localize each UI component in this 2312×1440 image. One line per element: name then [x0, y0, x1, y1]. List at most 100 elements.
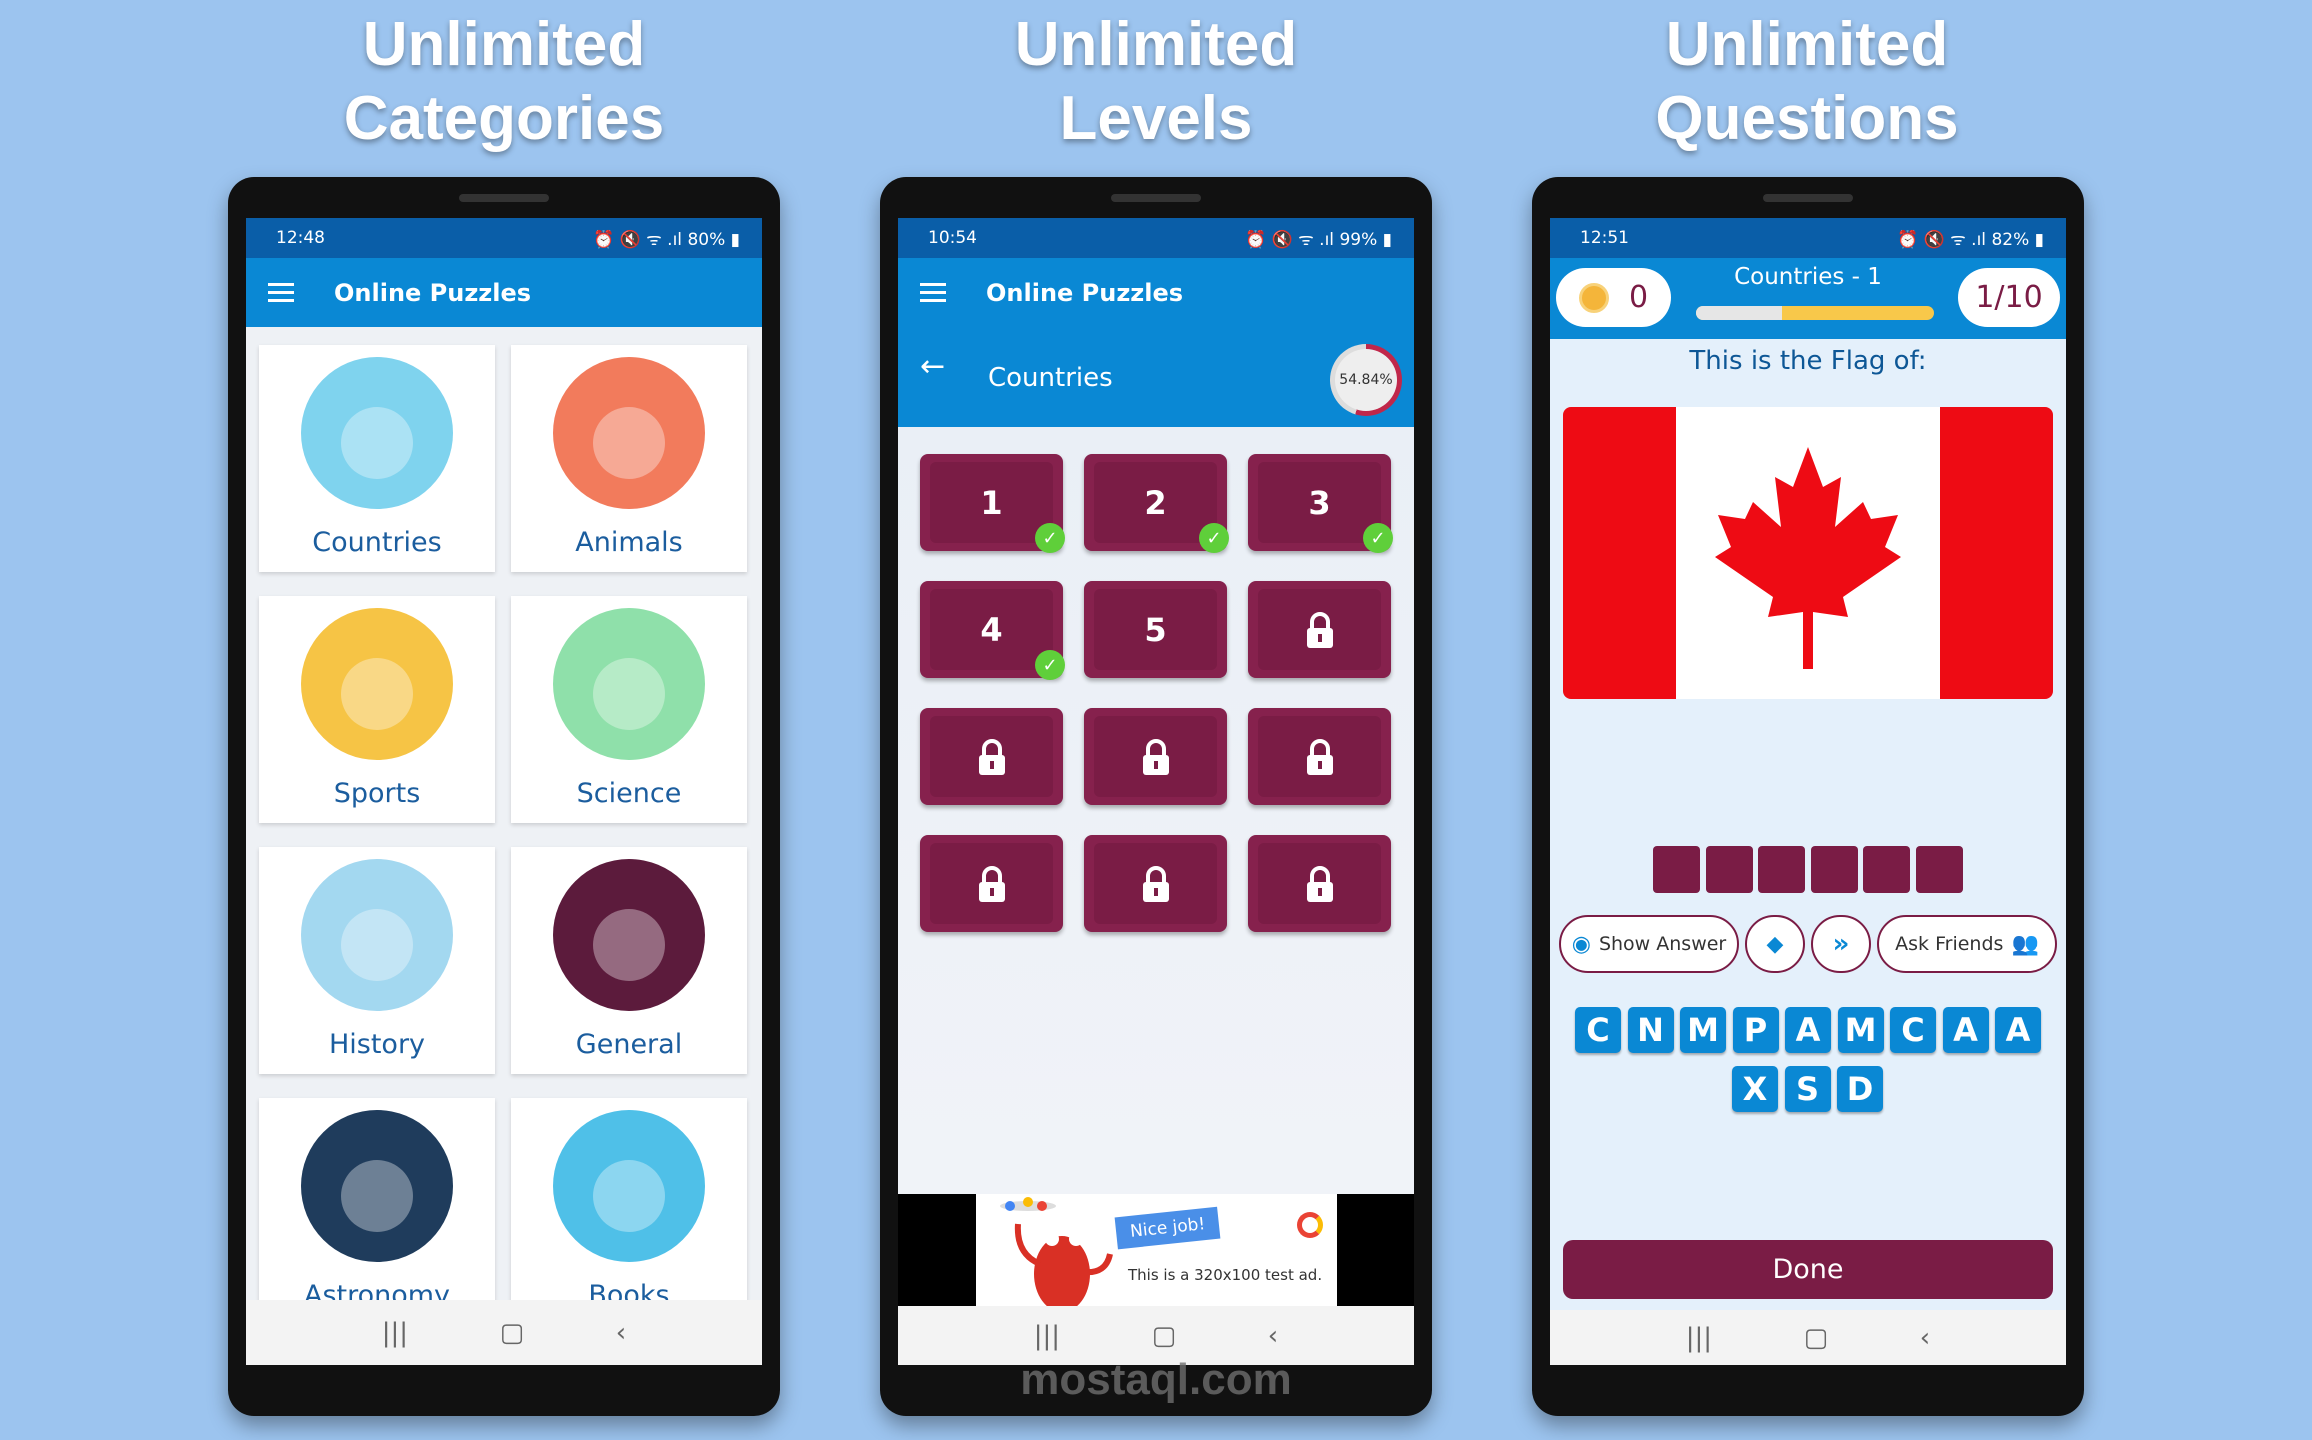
level-button-5[interactable]: 5: [1084, 581, 1227, 678]
category-header: ← Countries 54.84%: [898, 327, 1414, 427]
letter-tile[interactable]: N: [1627, 1007, 1674, 1053]
test-ad[interactable]: Nice job! This is a 320x100 test ad.: [976, 1194, 1337, 1306]
question-icon: [553, 859, 705, 1011]
lock-icon: [1142, 865, 1169, 902]
recents-button[interactable]: |||: [1686, 1323, 1712, 1353]
speaker: [459, 194, 549, 202]
answer-slot[interactable]: [1863, 846, 1910, 893]
category-card-sports[interactable]: Sports: [259, 596, 495, 823]
category-card-general[interactable]: General: [511, 847, 747, 1074]
answer-slot[interactable]: [1915, 846, 1963, 893]
level-button-3[interactable]: 3 ✓: [1248, 454, 1393, 553]
letter-tile[interactable]: A: [1942, 1007, 1989, 1053]
level-number: 3: [1308, 483, 1331, 522]
letter-tile[interactable]: D: [1837, 1066, 1883, 1112]
friends-icon: 👥: [2011, 931, 2039, 957]
monster-icon: [1000, 1197, 1113, 1306]
watermark: mostaql.com: [1020, 1355, 1292, 1404]
home-button[interactable]: ▢: [1804, 1323, 1829, 1353]
level-button-1[interactable]: 1 ✓: [920, 454, 1065, 553]
app-title: Online Puzzles: [334, 278, 532, 307]
answer-slot[interactable]: [1758, 846, 1805, 893]
skip-icon: »: [1832, 929, 1850, 959]
ad-text: This is a 320x100 test ad.: [1128, 1266, 1323, 1284]
level-number: 2: [1144, 483, 1167, 522]
category-card-science[interactable]: Science: [511, 596, 747, 823]
letter-tile[interactable]: A: [1995, 1007, 2041, 1053]
letter-tile[interactable]: A: [1785, 1007, 1831, 1053]
done-button[interactable]: Done: [1563, 1240, 2053, 1299]
show-answer-button[interactable]: ◉ Show Answer: [1559, 915, 1739, 973]
level-button-6[interactable]: [1248, 581, 1391, 678]
back-button[interactable]: ‹: [1268, 1321, 1278, 1351]
level-button-12[interactable]: [1248, 835, 1391, 932]
letter-tile[interactable]: M: [1680, 1007, 1726, 1053]
headline-questions: Unlimited Questions: [1655, 10, 1959, 153]
level-button-7[interactable]: [920, 708, 1063, 805]
castle-icon: [301, 859, 453, 1011]
eraser-button[interactable]: ◆: [1745, 915, 1805, 973]
headline-levels: Unlimited Levels: [1014, 10, 1298, 153]
letter-tile[interactable]: S: [1784, 1066, 1831, 1112]
lock-icon: [1306, 865, 1333, 902]
category-label: Sports: [333, 778, 421, 809]
screen: 10:54 ⏰ 🔇 ᯤ .ıl 99% ▮ Online Puzzles ← Co…: [898, 218, 1414, 1365]
back-arrow-icon[interactable]: ←: [920, 349, 945, 384]
level-number: 1: [980, 483, 1003, 522]
level-button-2[interactable]: 2 ✓: [1084, 454, 1229, 553]
level-button-8[interactable]: [1084, 708, 1227, 805]
answer-slot[interactable]: [1653, 846, 1700, 893]
category-label: Animals: [575, 527, 683, 558]
category-card-books[interactable]: Books: [511, 1098, 747, 1325]
category-card-history[interactable]: History: [259, 847, 495, 1074]
deer-icon: [553, 357, 705, 509]
letter-tile[interactable]: C: [1890, 1007, 1936, 1053]
status-bar: 12:51 ⏰ 🔇 ᯤ .ıl 82% ▮: [1550, 218, 2066, 258]
letter-tile[interactable]: M: [1837, 1007, 1884, 1053]
recents-button[interactable]: |||: [1034, 1321, 1060, 1351]
soccer-icon: [301, 608, 453, 760]
level-number: 5: [1144, 610, 1167, 649]
category-label: Countries: [312, 527, 442, 558]
globe-icon: [301, 357, 453, 509]
speaker: [1763, 194, 1853, 202]
category-label: Science: [576, 778, 682, 809]
skip-button[interactable]: »: [1811, 915, 1871, 973]
level-button-10[interactable]: [920, 835, 1063, 932]
books-icon: [553, 1110, 705, 1262]
category-label: General: [575, 1029, 683, 1060]
back-button[interactable]: ‹: [1920, 1323, 1930, 1353]
progress-circle: 54.84%: [1330, 344, 1402, 416]
letter-tile[interactable]: P: [1732, 1007, 1779, 1053]
level-button-4[interactable]: 4 ✓: [920, 581, 1065, 680]
lock-icon: [1306, 738, 1333, 775]
category-title: Countries: [988, 363, 1113, 393]
letter-tile[interactable]: X: [1732, 1066, 1778, 1112]
status-icons: ⏰ 🔇 ᯤ .ıl 82% ▮: [1897, 229, 2044, 250]
answer-slot[interactable]: [1810, 846, 1858, 893]
atom-icon: [553, 608, 705, 760]
answer-slot[interactable]: [1705, 846, 1753, 893]
category-card-animals[interactable]: Animals: [511, 345, 747, 572]
planet-icon: [301, 1110, 453, 1262]
menu-icon[interactable]: [268, 283, 294, 302]
phone-questions: 12:51 ⏰ 🔇 ᯤ .ıl 82% ▮ 0 Countries - 1 1/1…: [1532, 177, 2084, 1416]
check-icon: ✓: [1199, 523, 1229, 553]
ask-friends-button[interactable]: Ask Friends 👥: [1877, 915, 2057, 973]
status-bar: 10:54 ⏰ 🔇 ᯤ .ıl 99% ▮: [898, 218, 1414, 258]
check-icon: ✓: [1035, 523, 1065, 553]
category-card-astronomy[interactable]: Astronomy: [259, 1098, 495, 1325]
home-button[interactable]: ▢: [1152, 1321, 1177, 1351]
phone-categories: 12:48 ⏰ 🔇 ᯤ .ıl 80% ▮ Online Puzzles Coun…: [228, 177, 780, 1416]
home-button[interactable]: ▢: [500, 1318, 525, 1348]
recents-button[interactable]: |||: [382, 1318, 408, 1348]
letter-tile[interactable]: C: [1575, 1007, 1621, 1053]
category-card-countries[interactable]: Countries: [259, 345, 495, 572]
eraser-icon: ◆: [1766, 931, 1784, 957]
menu-icon[interactable]: [920, 283, 946, 302]
level-button-9[interactable]: [1248, 708, 1391, 805]
category-label: History: [328, 1029, 426, 1060]
level-button-11[interactable]: [1084, 835, 1227, 932]
eye-icon: ◉: [1571, 931, 1591, 957]
back-button[interactable]: ‹: [616, 1318, 626, 1348]
